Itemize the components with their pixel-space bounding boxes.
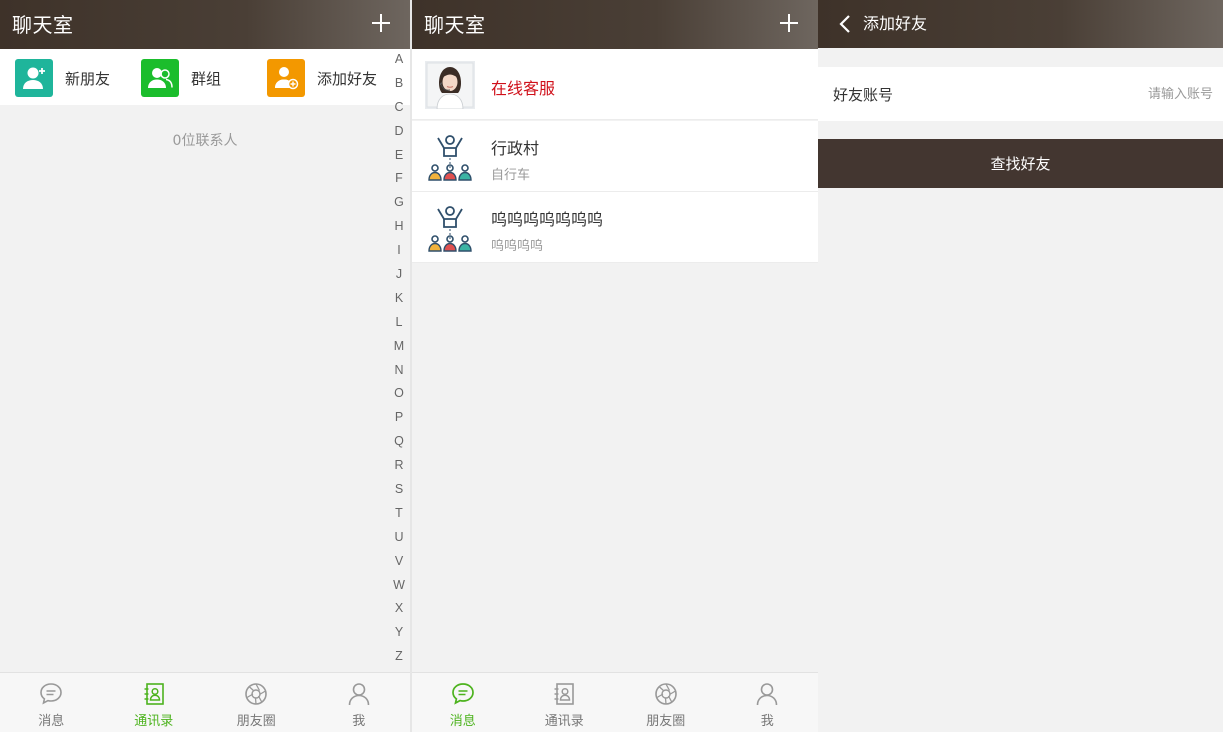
group-button[interactable]: 群组	[141, 59, 221, 97]
tab-bar: 消息 通讯录 朋友圈 我	[412, 672, 818, 732]
page-title: 聊天室	[424, 13, 486, 37]
tab-label: 朋友圈	[236, 714, 276, 729]
alphabet-letter[interactable]: X	[392, 601, 406, 625]
alphabet-letter[interactable]: Z	[392, 649, 406, 673]
page-title: 添加好友	[863, 14, 928, 33]
avatar	[425, 61, 475, 109]
add-friend-button[interactable]: 添加好友	[267, 59, 377, 97]
tab-label: 我	[760, 714, 774, 729]
tab-label: 通讯录	[134, 714, 174, 729]
chat-item-customer-service[interactable]: 在线客服	[412, 49, 818, 120]
tab-messages[interactable]: 消息	[0, 673, 103, 732]
find-friend-button[interactable]: 查找好友	[818, 139, 1223, 188]
chat-item-group[interactable]: 行政村 自行车	[412, 121, 818, 192]
account-field-row: 好友账号	[818, 67, 1223, 121]
tab-label: 通讯录	[544, 714, 584, 729]
person-icon	[348, 683, 370, 706]
alphabet-letter[interactable]: P	[392, 410, 406, 434]
tab-label: 消息	[449, 714, 476, 729]
alphabet-letter[interactable]: Y	[392, 625, 406, 649]
chat-bubble-icon	[40, 683, 63, 705]
plus-icon[interactable]	[778, 12, 800, 34]
tab-me[interactable]: 我	[717, 673, 819, 732]
messages-header: 聊天室	[412, 0, 818, 49]
alphabet-letter[interactable]: W	[392, 578, 406, 602]
tab-label: 我	[352, 714, 366, 729]
tab-me[interactable]: 我	[308, 673, 411, 732]
tab-bar: 消息 通讯录 朋友圈 我	[0, 672, 410, 732]
alphabet-letter[interactable]: O	[392, 386, 406, 410]
group-people-icon	[428, 206, 472, 252]
alphabet-letter[interactable]: C	[392, 100, 406, 124]
alphabet-letter[interactable]: H	[392, 219, 406, 243]
alphabet-letter[interactable]: A	[392, 52, 406, 76]
chat-name: 呜呜呜呜呜呜呜	[491, 210, 604, 229]
page-title: 聊天室	[12, 13, 74, 37]
alphabet-letter[interactable]: Q	[392, 434, 406, 458]
alphabet-letter[interactable]: M	[392, 339, 406, 363]
tab-moments[interactable]: 朋友圈	[615, 673, 717, 732]
quick-label: 新朋友	[65, 69, 111, 88]
account-input[interactable]	[1013, 83, 1213, 105]
add-friend-screen: 添加好友 好友账号 查找好友	[818, 0, 1223, 732]
alphabet-letter[interactable]: V	[392, 554, 406, 578]
add-friend-header: 添加好友	[818, 0, 1223, 48]
aperture-icon	[245, 683, 268, 705]
alphabet-index[interactable]: ABCDEFGHIJKLMNOPQRSTUVWXYZ	[392, 52, 406, 673]
chat-name: 在线客服	[491, 79, 556, 98]
alphabet-letter[interactable]: R	[392, 458, 406, 482]
address-book-icon	[144, 683, 164, 705]
alphabet-letter[interactable]: U	[392, 530, 406, 554]
alphabet-letter[interactable]: D	[392, 124, 406, 148]
alphabet-letter[interactable]: T	[392, 506, 406, 530]
contacts-count: 0位联系人	[172, 133, 238, 149]
chat-preview: 呜呜呜呜	[491, 239, 544, 254]
tab-contacts[interactable]: 通讯录	[103, 673, 206, 732]
chat-item-group[interactable]: 呜呜呜呜呜呜呜 呜呜呜呜	[412, 192, 818, 263]
tab-moments[interactable]: 朋友圈	[205, 673, 308, 732]
quick-actions: 新朋友 群组 添加好友	[0, 49, 410, 105]
address-book-icon	[554, 683, 575, 705]
alphabet-letter[interactable]: N	[392, 363, 406, 387]
alphabet-letter[interactable]: F	[392, 171, 406, 195]
person-icon	[756, 683, 778, 706]
new-friend-icon	[15, 59, 53, 97]
alphabet-letter[interactable]: S	[392, 482, 406, 506]
tab-label: 朋友圈	[646, 714, 686, 729]
alphabet-letter[interactable]: K	[392, 291, 406, 315]
add-friend-icon	[267, 59, 305, 97]
chat-bubble-icon	[451, 683, 474, 705]
tab-messages[interactable]: 消息	[412, 673, 514, 732]
group-icon	[141, 59, 179, 97]
alphabet-letter[interactable]: L	[392, 315, 406, 339]
contacts-screen: 聊天室 新朋友 群组 添加好友 0位联系人 A B C D E F G H I …	[0, 0, 410, 732]
chat-name: 行政村	[491, 139, 540, 158]
new-friend-button[interactable]: 新朋友	[15, 59, 110, 97]
chevron-left-icon[interactable]	[836, 14, 856, 34]
tab-label: 消息	[38, 714, 65, 729]
account-field-label: 好友账号	[833, 86, 894, 104]
group-people-icon	[428, 135, 472, 181]
alphabet-letter[interactable]: I	[392, 243, 406, 267]
chat-preview: 自行车	[491, 168, 531, 183]
app-root: 聊天室 新朋友 群组 添加好友 0位联系人 A B C D E F G H I …	[0, 0, 1223, 732]
alphabet-letter[interactable]: B	[392, 76, 406, 100]
alphabet-letter[interactable]: E	[392, 148, 406, 172]
contacts-header: 聊天室	[0, 0, 410, 49]
plus-icon[interactable]	[370, 12, 392, 34]
messages-screen: 聊天室 在线客服 行政村 自行车 呜呜呜呜呜呜呜 呜呜呜呜 消息 通讯录 朋友圈…	[412, 0, 818, 732]
tab-contacts[interactable]: 通讯录	[514, 673, 616, 732]
quick-label: 添加好友	[317, 69, 378, 88]
alphabet-letter[interactable]: G	[392, 195, 406, 219]
alphabet-letter[interactable]: J	[392, 267, 406, 291]
aperture-icon	[654, 683, 677, 705]
quick-label: 群组	[191, 69, 222, 88]
